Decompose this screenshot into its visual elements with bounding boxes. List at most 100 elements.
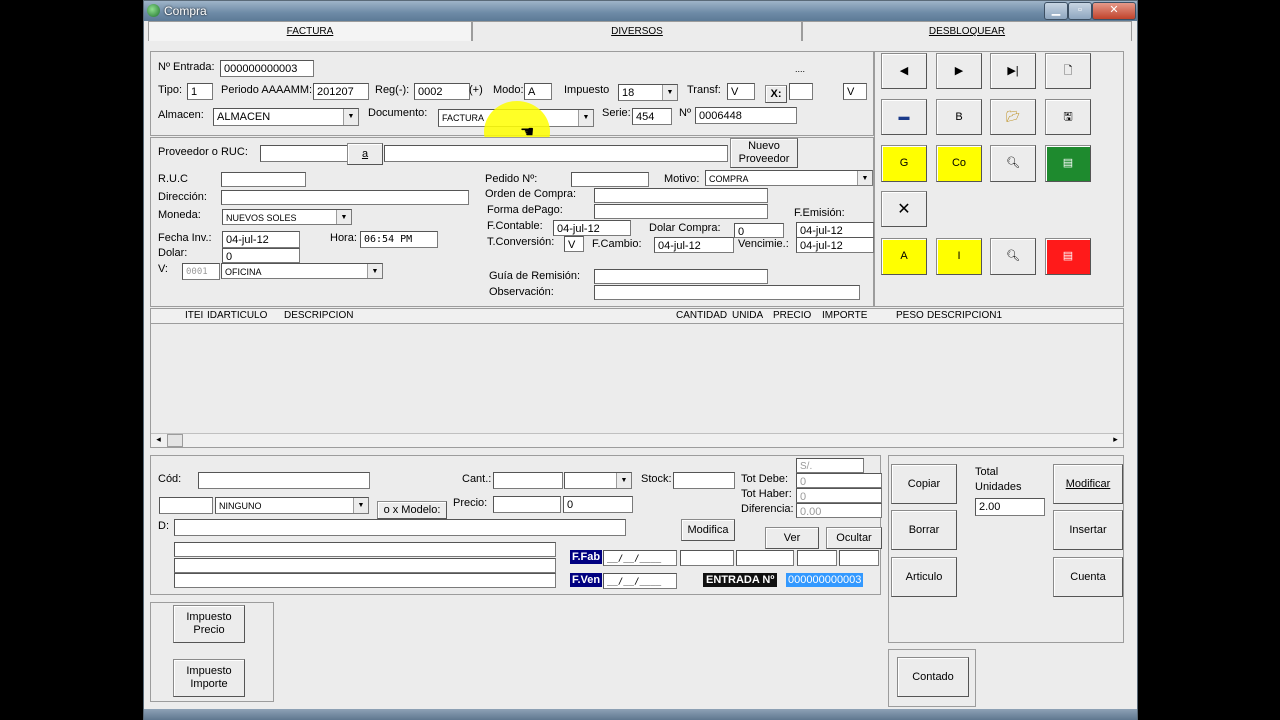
co-button[interactable]: Co [936, 145, 982, 182]
cod-field[interactable] [198, 472, 370, 489]
modelo-button[interactable]: o x Modelo: [377, 501, 447, 519]
description-field[interactable] [174, 519, 626, 536]
impuesto-importe-button[interactable]: Impuesto Importe [173, 659, 245, 697]
scroll-thumb[interactable] [167, 434, 183, 447]
x-value-field[interactable]: V [843, 83, 867, 100]
direccion-field[interactable] [221, 190, 469, 205]
ruc-field[interactable] [221, 172, 306, 187]
modificar-button[interactable]: Modificar [1053, 464, 1123, 504]
extra-field-3[interactable] [174, 573, 556, 588]
x-field[interactable] [789, 83, 813, 100]
ffab-field[interactable]: __/__/____ [603, 550, 677, 566]
moneda-select[interactable]: NUEVOS SOLES ▼ [222, 209, 352, 225]
pedido-field[interactable] [571, 172, 649, 187]
modifica-button[interactable]: Modifica [681, 519, 735, 541]
tconversion-field[interactable]: V [564, 236, 584, 252]
tipo-field[interactable]: 1 [187, 83, 213, 100]
minimize-button[interactable]: ▁ [1044, 2, 1068, 20]
articulo-button[interactable]: Articulo [891, 557, 957, 597]
precio-value-field[interactable]: 0 [563, 496, 633, 513]
fecha-inv-field[interactable]: 04-jul-12 [222, 231, 300, 248]
last-button[interactable]: ▶| [990, 53, 1036, 89]
dolar-field[interactable]: 0 [222, 248, 300, 263]
open-folder-button[interactable]: 📂︎ [990, 99, 1036, 135]
extra-field-2[interactable] [174, 558, 556, 573]
dropdown-arrow-icon: ▼ [367, 264, 382, 278]
maximize-button[interactable]: ▫ [1068, 2, 1092, 20]
entrada-label: Nº Entrada: [158, 61, 215, 73]
ffab-extra-1[interactable] [680, 550, 734, 566]
proveedor-name-field[interactable] [384, 145, 728, 162]
modo-field[interactable]: A [524, 83, 552, 100]
print-preview-2-button[interactable]: 🔍︎ [990, 238, 1036, 275]
unit-select[interactable]: ▼ [564, 472, 632, 489]
cant-field[interactable] [493, 472, 563, 489]
hora-field[interactable]: 06:54 PM [360, 231, 438, 248]
proveedor-field[interactable] [260, 145, 348, 162]
femision-field[interactable]: 04-jul-12 [796, 222, 874, 238]
guia-field[interactable] [594, 269, 768, 284]
copiar-button[interactable]: Copiar [891, 464, 957, 504]
precio-field[interactable] [493, 496, 561, 513]
almacen-select[interactable]: ALMACEN ▼ [213, 108, 359, 126]
ffab-extra-4[interactable] [839, 550, 879, 566]
orden-field[interactable] [594, 188, 768, 203]
print-green-button[interactable]: ▤ [1045, 145, 1091, 182]
x-button[interactable]: X: [765, 85, 787, 103]
ocultar-button[interactable]: Ocultar [826, 527, 882, 549]
reg-field[interactable]: 0002 [414, 83, 470, 100]
dolar-compra-field[interactable]: 0 [734, 223, 784, 238]
scroll-right-icon[interactable]: ▸ [1108, 434, 1123, 447]
entrada-footer-value[interactable]: 000000000003 [786, 573, 864, 587]
cancel-x-button[interactable]: ✕ [881, 191, 927, 227]
extra-field-1[interactable] [174, 542, 556, 557]
fcontable-field[interactable]: 04-jul-12 [553, 220, 631, 236]
b-button[interactable]: B [936, 99, 982, 135]
ffab-extra-3[interactable] [797, 550, 837, 566]
fven-field[interactable]: __/__/____ [603, 573, 677, 589]
g-button[interactable]: G [881, 145, 927, 182]
print-red-button[interactable]: ▤ [1045, 238, 1091, 275]
impuesto-select[interactable]: 18 ▼ [618, 84, 678, 101]
forma-pago-field[interactable] [594, 204, 768, 219]
ffab-extra-2[interactable] [736, 550, 794, 566]
stock-field[interactable] [673, 472, 735, 489]
observacion-field[interactable] [594, 285, 860, 300]
tab-desbloquear[interactable]: DESBLOQUEAR [802, 21, 1132, 41]
a-yellow-button[interactable]: A [881, 238, 927, 275]
save-button[interactable]: 🖫 [1045, 99, 1091, 135]
v-code-field[interactable]: 0001 [182, 263, 220, 280]
close-button[interactable]: ✕ [1092, 2, 1136, 20]
transf-field[interactable]: V [727, 83, 755, 100]
items-grid[interactable]: ITEI IDARTICULO DESCRIPCION CANTIDAD UNI… [150, 308, 1124, 448]
horizontal-scrollbar[interactable]: ◂ ▸ [151, 433, 1123, 447]
ninguno-select[interactable]: NINGUNO ▼ [215, 497, 369, 514]
tab-factura[interactable]: FACTURA [148, 21, 472, 41]
serie-field[interactable]: 454 [632, 108, 672, 125]
entrada-field[interactable]: 000000000003 [220, 60, 314, 77]
fcambio-field[interactable]: 04-jul-12 [654, 237, 734, 253]
a-button[interactable]: a [347, 143, 383, 165]
first-button[interactable]: ◀ [881, 53, 927, 89]
impuesto-precio-button[interactable]: Impuesto Precio [173, 605, 245, 643]
contado-button[interactable]: Contado [897, 657, 969, 697]
periodo-field[interactable]: 201207 [313, 83, 369, 100]
next-button[interactable]: ▶ [936, 53, 982, 89]
vencimiento-field[interactable]: 04-jul-12 [796, 237, 874, 253]
print-preview-button[interactable]: 🔍︎ [990, 145, 1036, 182]
new-document-button[interactable]: 🗋 [1045, 53, 1091, 89]
card-button[interactable]: ▬ [881, 99, 927, 135]
borrar-button[interactable]: Borrar [891, 510, 957, 550]
ver-button[interactable]: Ver [765, 527, 819, 549]
motivo-select[interactable]: COMPRA ▼ [705, 170, 873, 186]
modelo-code-field[interactable] [159, 497, 213, 514]
tab-diversos[interactable]: DIVERSOS [472, 21, 802, 41]
nuevo-proveedor-button[interactable]: Nuevo Proveedor [730, 138, 798, 168]
close-icon: ✕ [897, 200, 911, 218]
v-select[interactable]: OFICINA ▼ [221, 263, 383, 279]
numero-field[interactable]: 0006448 [695, 107, 797, 124]
cuenta-button[interactable]: Cuenta [1053, 557, 1123, 597]
i-button[interactable]: I [936, 238, 982, 275]
insertar-button[interactable]: Insertar [1053, 510, 1123, 550]
scroll-left-icon[interactable]: ◂ [151, 434, 166, 447]
